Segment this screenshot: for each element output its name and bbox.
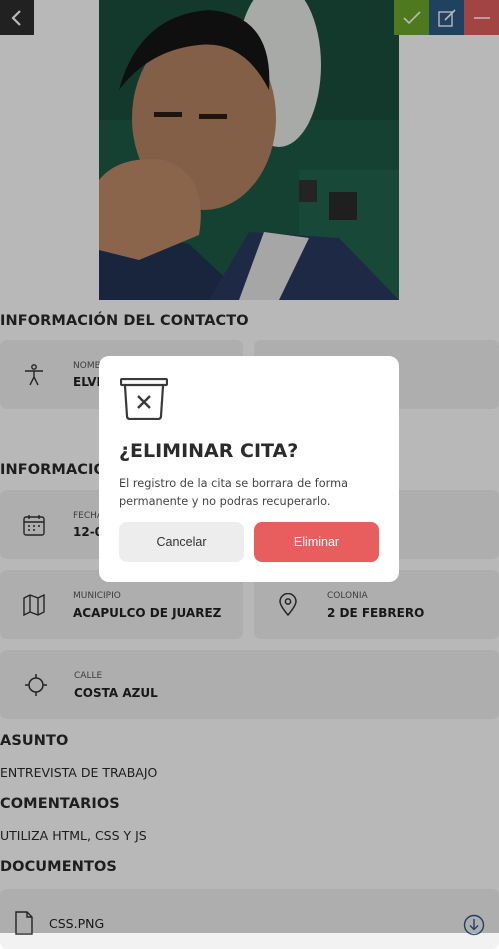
delete-confirm-dialog: ¿ELIMINAR CITA? El registro de la cita s… (99, 356, 399, 582)
cancel-button[interactable]: Cancelar (119, 522, 244, 562)
dialog-message: El registro de la cita se borrara de for… (119, 477, 349, 508)
dialog-title: ¿ELIMINAR CITA? (119, 440, 299, 462)
delete-bin-icon (120, 378, 168, 420)
delete-button[interactable]: Eliminar (254, 522, 379, 562)
